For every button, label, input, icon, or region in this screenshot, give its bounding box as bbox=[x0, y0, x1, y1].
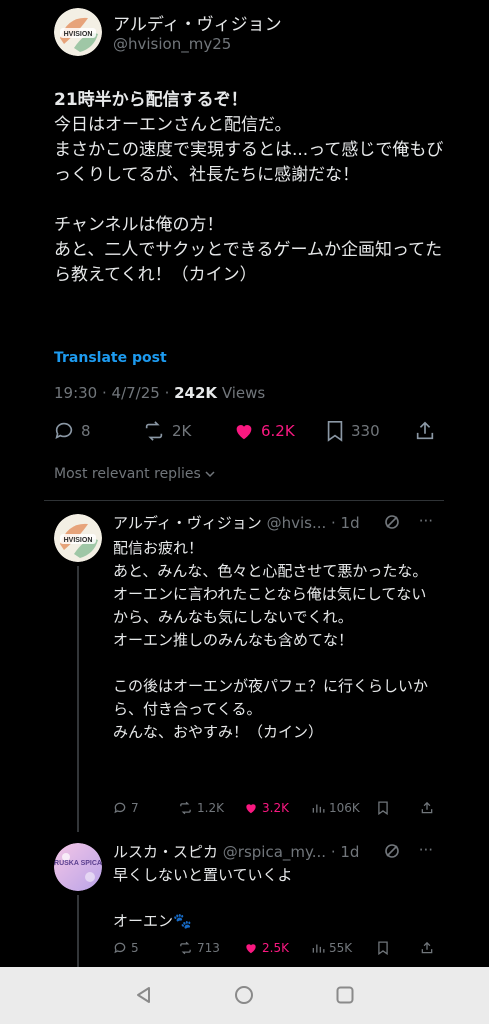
svg-text:RUSKA SPICA: RUSKA SPICA bbox=[54, 860, 102, 867]
reply-bookmark-button[interactable] bbox=[377, 941, 389, 955]
reply-action-bar: 5 713 2.5K 55K bbox=[0, 941, 489, 959]
reply-reply-button[interactable]: 5 bbox=[113, 941, 139, 955]
repost-button[interactable]: 2K bbox=[142, 420, 191, 442]
reply-like-button[interactable]: 3.2K bbox=[244, 801, 289, 815]
author-handle[interactable]: @hvision_my25 bbox=[113, 35, 231, 53]
bookmark-icon bbox=[378, 801, 388, 815]
author-name[interactable]: アルディ・ヴィジョン bbox=[113, 10, 282, 35]
heart-filled-icon bbox=[246, 804, 256, 814]
reply-repost-button[interactable]: 1.2K bbox=[178, 801, 224, 815]
reply-reply-count: 7 bbox=[131, 801, 139, 815]
reply-action-bar: 7 1.2K 3.2K 106K bbox=[0, 801, 489, 819]
chevron-down-icon bbox=[205, 471, 215, 478]
share-icon bbox=[421, 941, 433, 954]
translate-post-link[interactable]: Translate post bbox=[54, 350, 167, 366]
svg-text:HVISION: HVISION bbox=[64, 31, 93, 38]
reply-views-count: 106K bbox=[329, 801, 360, 815]
tweet-action-bar: 8 2K 6.2K 330 bbox=[0, 418, 489, 444]
heart-filled-icon bbox=[246, 944, 256, 954]
heart-filled-icon bbox=[236, 425, 252, 440]
reply-author-handle[interactable]: @rspica_my... · 1d bbox=[218, 843, 360, 861]
repost-count: 2K bbox=[172, 422, 192, 440]
reply-share-button[interactable] bbox=[420, 801, 434, 815]
tweet-text-lead: 21時半から配信するぞ！ bbox=[54, 90, 248, 110]
reply-author-name[interactable]: アルディ・ヴィジョン bbox=[113, 514, 262, 532]
reply-repost-button[interactable]: 713 bbox=[178, 941, 220, 955]
reply-like-button[interactable]: 2.5K bbox=[244, 941, 289, 955]
like-button[interactable]: 6.2K bbox=[233, 420, 295, 442]
reply-sort-label: Most relevant replies bbox=[54, 466, 201, 482]
thread-line bbox=[77, 566, 79, 832]
reply-text: 配信お疲れ！ あと、みんな、色々と心配させて悪かったな。 オーエンに言われたこと… bbox=[113, 539, 429, 741]
reply-reply-button[interactable]: 7 bbox=[113, 801, 139, 815]
tweet-timestamp: 19:30 · 4/7/25 · bbox=[54, 384, 175, 402]
tweet-text: 21時半から配信するぞ！ 今日はオーエンさんと配信だ。 まさかこの速度で実現する… bbox=[54, 88, 444, 288]
reply-like-count: 2.5K bbox=[262, 941, 289, 955]
reply-share-button[interactable] bbox=[420, 941, 434, 955]
reply-repost-count: 1.2K bbox=[197, 801, 224, 815]
grok-icon[interactable] bbox=[384, 514, 400, 530]
reply-icon bbox=[55, 422, 73, 439]
reply-repost-count: 713 bbox=[197, 941, 220, 955]
more-options-icon[interactable]: ··· bbox=[419, 841, 433, 859]
system-navigation-bar bbox=[0, 967, 489, 1024]
bookmark-icon bbox=[378, 941, 388, 955]
svg-text:HVISION: HVISION bbox=[64, 537, 93, 544]
reply-avatar[interactable]: RUSKA SPICA bbox=[54, 843, 102, 891]
avatar-image: HVISION bbox=[54, 8, 102, 56]
grok-icon[interactable] bbox=[384, 843, 400, 859]
recents-icon[interactable] bbox=[335, 985, 355, 1005]
reply-header: アルディ・ヴィジョン @hvis... · 1d bbox=[113, 512, 360, 533]
bookmark-count: 330 bbox=[351, 422, 380, 440]
home-icon[interactable] bbox=[234, 985, 254, 1005]
repost-icon bbox=[180, 801, 191, 815]
avatar-image: HVISION bbox=[54, 514, 102, 562]
share-icon bbox=[416, 421, 434, 440]
reply-avatar[interactable]: HVISION bbox=[54, 514, 102, 562]
reply-count: 8 bbox=[81, 422, 91, 440]
author-avatar[interactable]: HVISION bbox=[54, 8, 102, 56]
bookmark-button[interactable]: 330 bbox=[325, 420, 380, 442]
tweet-meta: 19:30 · 4/7/25 · 242K Views bbox=[54, 384, 265, 402]
divider bbox=[44, 500, 444, 501]
reply-author-handle[interactable]: @hvis... · 1d bbox=[262, 514, 360, 532]
reply-views-button[interactable]: 106K bbox=[311, 801, 360, 815]
reply-header: ルスカ・スピカ @rspica_my... · 1d bbox=[113, 841, 359, 862]
reply-button[interactable]: 8 bbox=[53, 420, 91, 442]
reply-text: 早くしないと置いていくよ オーエン🐾 bbox=[113, 866, 293, 930]
bookmark-icon bbox=[327, 421, 343, 442]
analytics-icon bbox=[312, 944, 325, 953]
reply-menu: ··· bbox=[384, 841, 433, 859]
reply-views-button[interactable]: 55K bbox=[311, 941, 352, 955]
views-label: Views bbox=[217, 384, 266, 402]
avatar-image: RUSKA SPICA bbox=[54, 843, 102, 891]
like-count: 6.2K bbox=[261, 422, 295, 440]
reply-icon bbox=[114, 802, 126, 814]
reply-bookmark-button[interactable] bbox=[377, 801, 389, 815]
reply-sort-selector[interactable]: Most relevant replies bbox=[54, 466, 215, 482]
analytics-icon bbox=[312, 804, 325, 813]
tweet-text-rest: 今日はオーエンさんと配信だ。 まさかこの速度で実現するとは...って感じで俺もび… bbox=[54, 115, 444, 285]
repost-icon bbox=[145, 421, 163, 441]
repost-icon bbox=[180, 941, 191, 955]
more-options-icon[interactable]: ··· bbox=[419, 512, 433, 530]
reply-author-name[interactable]: ルスカ・スピカ bbox=[113, 843, 218, 861]
reply-icon bbox=[114, 942, 126, 954]
reply-like-count: 3.2K bbox=[262, 801, 289, 815]
back-icon[interactable] bbox=[134, 985, 154, 1005]
share-icon bbox=[421, 801, 433, 814]
reply-reply-count: 5 bbox=[131, 941, 139, 955]
views-count: 242K bbox=[174, 384, 218, 402]
share-button[interactable] bbox=[414, 420, 436, 442]
reply-views-count: 55K bbox=[329, 941, 353, 955]
reply-menu: ··· bbox=[384, 512, 433, 530]
